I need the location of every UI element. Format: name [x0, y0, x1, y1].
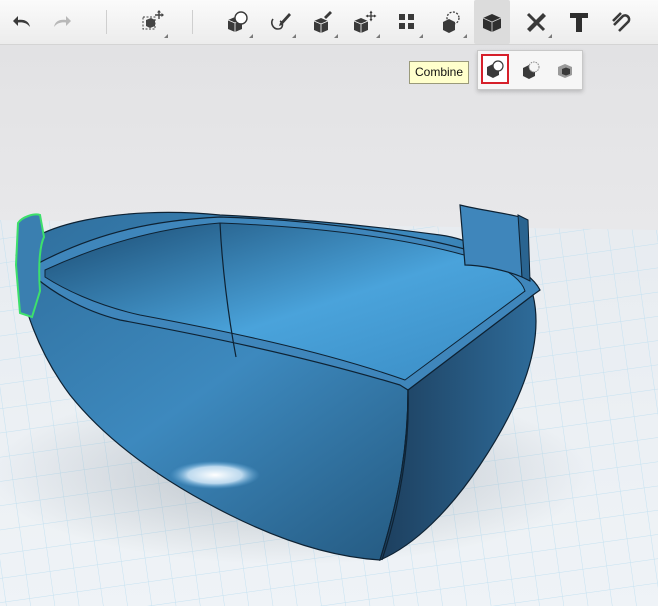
pattern-button[interactable] — [389, 4, 425, 40]
subtract-icon — [523, 61, 540, 79]
combine-button[interactable] — [474, 0, 510, 44]
merge-button[interactable] — [481, 54, 509, 84]
combine-flyout — [477, 50, 583, 90]
grouping-button[interactable] — [433, 4, 469, 40]
transform-icon — [142, 10, 164, 30]
redo-button[interactable] — [44, 4, 80, 40]
scene — [0, 204, 658, 606]
combine-icon — [482, 14, 502, 32]
measure-icon — [526, 12, 546, 32]
toolbar-separator — [192, 10, 193, 34]
intersect-icon — [558, 64, 572, 78]
redo-icon — [54, 16, 71, 27]
specular-highlight — [170, 461, 260, 489]
subtract-button[interactable] — [516, 55, 546, 85]
toolbar-separator — [106, 10, 107, 34]
undo-icon — [13, 16, 30, 27]
construct-button[interactable] — [304, 4, 340, 40]
snap-button[interactable] — [603, 4, 639, 40]
modify-icon — [353, 10, 377, 33]
undo-button[interactable] — [4, 4, 40, 40]
app-window: Combine — [0, 0, 658, 606]
primitives-icon — [227, 11, 248, 32]
merge-icon — [487, 60, 504, 78]
modify-button[interactable] — [346, 4, 382, 40]
snap-icon — [612, 12, 631, 32]
primitives-button[interactable] — [219, 4, 255, 40]
sketch-icon — [271, 13, 291, 30]
main-toolbar — [0, 0, 658, 45]
grouping-icon — [443, 11, 460, 33]
transform-button[interactable] — [134, 4, 170, 40]
text-button[interactable] — [561, 4, 597, 40]
sketch-button[interactable] — [262, 4, 298, 40]
measure-button[interactable] — [518, 4, 554, 40]
combine-tooltip: Combine — [409, 61, 470, 84]
text-icon — [570, 13, 588, 32]
3d-viewport[interactable] — [0, 45, 658, 606]
pattern-icon — [399, 14, 414, 29]
construct-icon — [313, 11, 332, 33]
intersect-button[interactable] — [550, 55, 580, 85]
